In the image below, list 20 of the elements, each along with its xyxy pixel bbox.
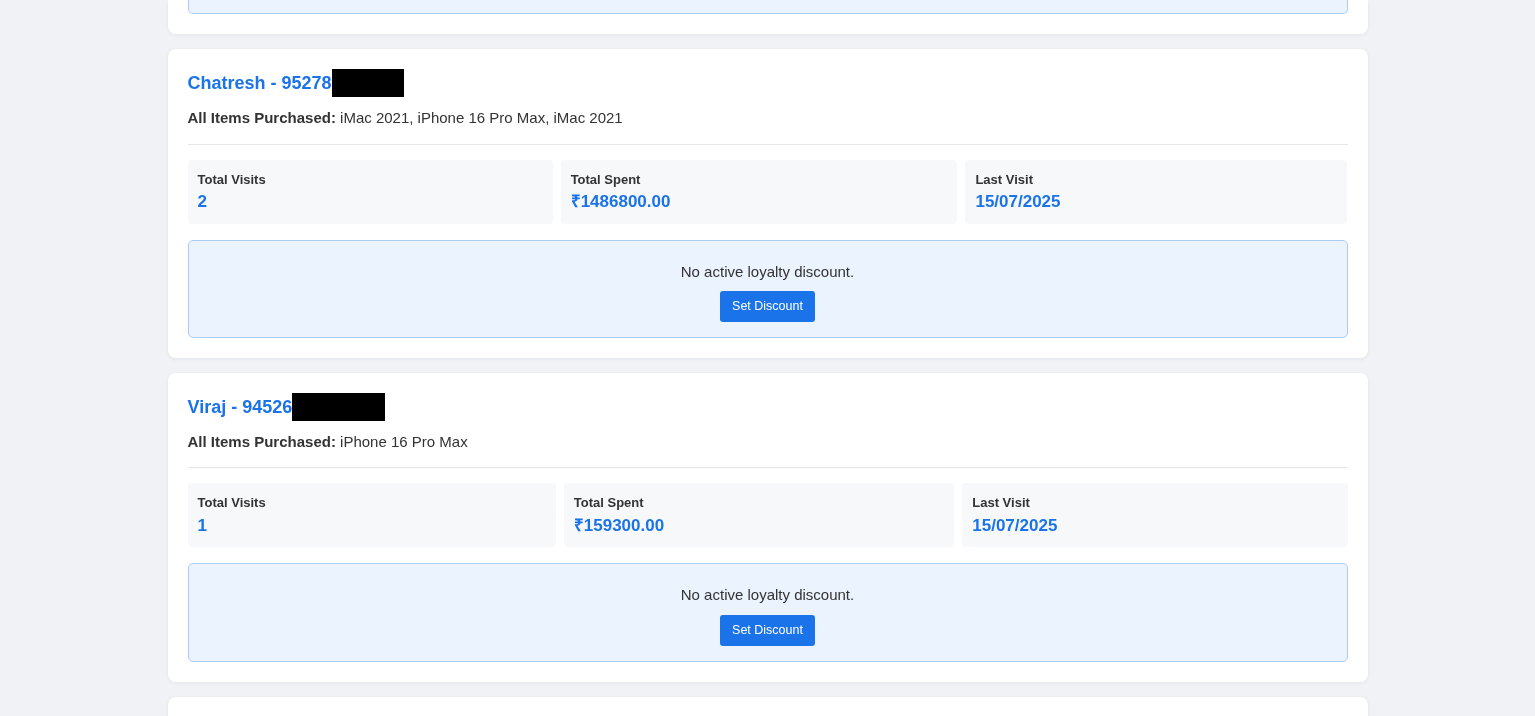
- stat-label: Total Spent: [573, 494, 645, 513]
- stat-value: 2: [197, 191, 208, 213]
- set-discount-button[interactable]: Set Discount: [720, 291, 815, 322]
- set-discount-button[interactable]: Set Discount: [720, 614, 815, 646]
- stat-label: Total Visits: [197, 494, 267, 513]
- customer-name: Viraj - 94526: [187, 395, 293, 418]
- customer-name: Chatresh - 95278: [187, 72, 332, 94]
- stat-value: ₹1486800.00: [570, 191, 672, 213]
- items-purchased-text: All Items Purchased: iPhone 16 Pro Max: [187, 431, 469, 452]
- stat-value: 15/07/2025: [972, 514, 1059, 537]
- items-purchased-text: All Items Purchased: iMac 2021, iPhone 16 Pro Max, iMac 2021: [187, 108, 624, 128]
- stat-value: 15/07/2025: [975, 191, 1062, 213]
- stat-value: ₹159300.00: [573, 514, 666, 537]
- stat-label: Last Visit: [975, 170, 1034, 189]
- stat-label: Total Visits: [197, 170, 267, 189]
- stat-label: Total Spent: [570, 170, 642, 189]
- discount-message: No active loyalty discount.: [679, 261, 856, 282]
- stat-label: Last Visit: [972, 494, 1031, 513]
- discount-message: No active loyalty discount.: [679, 585, 856, 606]
- stat-value: 1: [197, 514, 208, 537]
